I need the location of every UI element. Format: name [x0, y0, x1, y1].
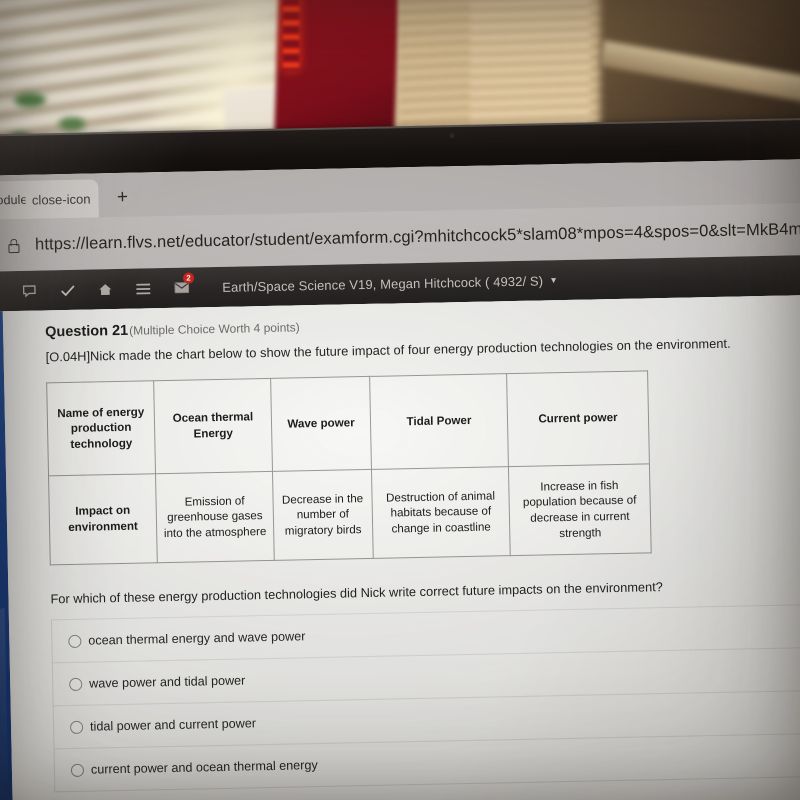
radio-icon[interactable] — [70, 763, 85, 777]
question-number: Question 21 — [44, 322, 129, 341]
lock-icon — [1, 233, 25, 257]
answer-option-3-label: tidal power and current power — [89, 716, 257, 734]
chat-bubble-icon[interactable] — [10, 270, 49, 311]
webcam — [449, 133, 455, 139]
mail-badge: 2 — [182, 272, 195, 284]
question-content: Question 21 (Multiple Choice Worth 4 poi… — [2, 294, 800, 800]
row-header-impact: Impact on environment — [48, 473, 158, 565]
table-row: Impact on environment Emission of greenh… — [48, 463, 652, 565]
laptop-screen: ceans Module Exa close-icon + ‹ https://… — [0, 158, 800, 800]
exam-page: Question 21 (Multiple Choice Worth 4 poi… — [0, 294, 800, 800]
impact-ocean-thermal: Emission of greenhouse gases into the at… — [155, 471, 275, 563]
cell-current-power: Current power — [506, 370, 650, 467]
browser-tab[interactable]: ceans Module Exa close-icon — [0, 179, 99, 221]
tab-title: ceans Module Exa — [0, 192, 27, 209]
cell-ocean-thermal: Ocean thermal Energy — [153, 378, 273, 474]
led-string-lights — [283, 0, 299, 70]
photo-of-laptop-screen: ceans Module Exa close-icon + ‹ https://… — [0, 0, 800, 800]
answer-option-2-label: wave power and tidal power — [89, 673, 246, 691]
radio-icon[interactable] — [69, 677, 83, 691]
chevron-down-icon[interactable]: ▾ — [551, 275, 556, 286]
check-icon[interactable] — [48, 270, 87, 311]
new-tab-button[interactable]: + — [110, 186, 134, 210]
radio-icon[interactable] — [68, 634, 82, 648]
table-row: Name of energy production technology Oce… — [46, 370, 650, 476]
impact-wave-power: Decrease in the number of migratory bird… — [272, 469, 374, 561]
mail-icon[interactable]: 2 — [162, 267, 201, 308]
impact-current-power: Increase in fish population because of d… — [508, 463, 652, 556]
cell-tidal-power: Tidal Power — [369, 373, 509, 470]
close-icon[interactable]: close-icon — [32, 191, 91, 207]
row-header-technology: Name of energy production technology — [46, 380, 156, 476]
course-title: Earth/Space Science V19, Megan Hitchcock… — [222, 272, 544, 295]
impact-tidal-power: Destruction of animal habitats because o… — [371, 466, 511, 559]
impact-chart-table: Name of energy production technology Oce… — [46, 370, 652, 566]
cell-wave-power: Wave power — [270, 376, 372, 472]
home-icon[interactable] — [86, 269, 125, 310]
question-prompt: For which of these energy production tec… — [50, 579, 663, 607]
answer-option-4-label: current power and ocean thermal energy — [90, 758, 318, 777]
answer-option-1-label: ocean thermal energy and wave power — [88, 629, 306, 648]
radio-icon[interactable] — [69, 720, 84, 734]
browser-chrome: ceans Module Exa close-icon + ‹ https://… — [0, 158, 800, 272]
url-text[interactable]: https://learn.flvs.net/educator/student/… — [35, 219, 800, 254]
answer-options: ocean thermal energy and wave power wave… — [50, 603, 800, 793]
menu-icon[interactable] — [124, 268, 163, 309]
question-meta: (Multiple Choice Worth 4 points) — [128, 320, 300, 338]
